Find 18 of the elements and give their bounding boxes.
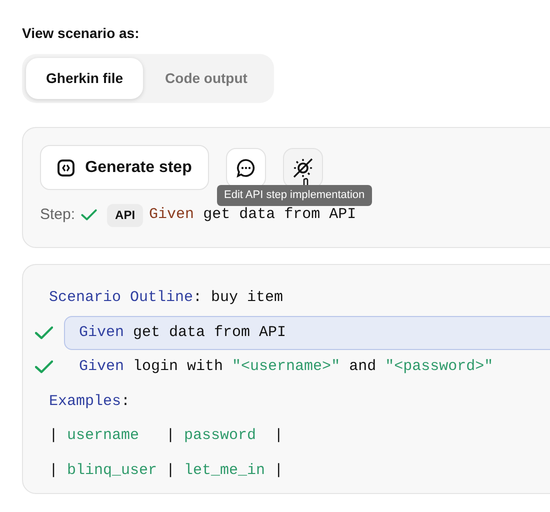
table-row-text: | username | password | bbox=[48, 426, 284, 446]
view-tab[interactable]: Gherkin file bbox=[26, 58, 144, 99]
view-label: View scenario as: bbox=[22, 24, 140, 42]
api-badge: API bbox=[107, 204, 144, 226]
step-text: Given get data from API bbox=[149, 204, 356, 225]
plug-off-icon bbox=[292, 156, 314, 178]
code-line: Examples: bbox=[48, 392, 132, 412]
code-square-icon bbox=[57, 158, 76, 176]
edit-api-button[interactable] bbox=[283, 148, 323, 188]
step-line[interactable]: Given login with "<username>" and "<password>" bbox=[64, 350, 494, 384]
chat-bubble-icon bbox=[236, 158, 256, 178]
generate-step-button[interactable]: Generate step bbox=[40, 145, 209, 190]
table-row-text: | blinq_user | let_me_in | bbox=[48, 460, 284, 480]
code-line: Scenario Outline: buy item bbox=[48, 288, 284, 308]
tooltip: Edit API step implementation bbox=[217, 185, 372, 206]
step-label: Step: bbox=[40, 204, 76, 225]
chat-button[interactable] bbox=[226, 148, 266, 188]
view-tab[interactable]: Code output bbox=[145, 58, 268, 99]
